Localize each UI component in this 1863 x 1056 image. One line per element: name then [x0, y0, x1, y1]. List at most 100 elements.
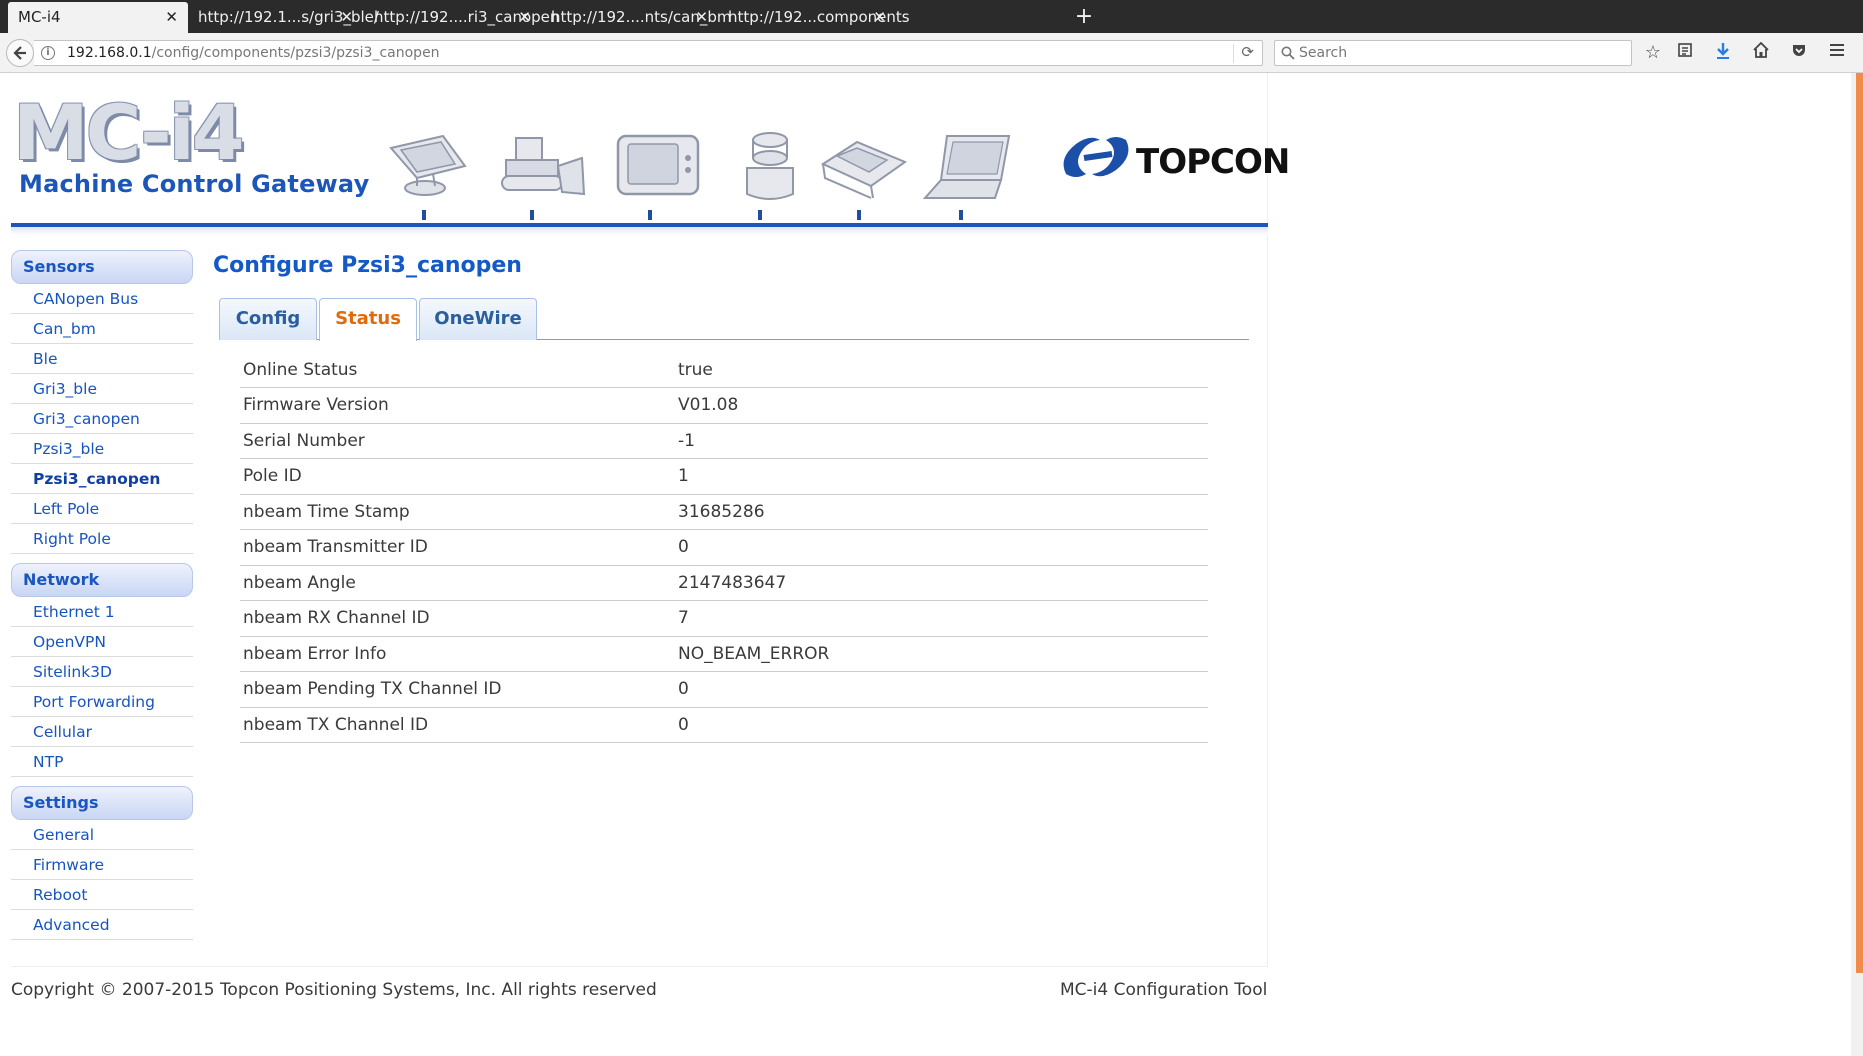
- table-row: Serial Number -1: [240, 423, 1208, 459]
- status-key: nbeam Time Stamp: [240, 494, 675, 530]
- status-value: 0: [675, 707, 1208, 743]
- url-text[interactable]: 192.168.0.1/config/components/pzsi3/pzsi…: [67, 45, 440, 61]
- table-row: nbeam Error Info NO_BEAM_ERROR: [240, 636, 1208, 672]
- header-marker: [857, 210, 861, 220]
- close-icon[interactable]: ✕: [518, 0, 531, 34]
- browser-nav-bar: i 192.168.0.1/config/components/pzsi3/pz…: [0, 33, 1863, 73]
- header-marker: [758, 210, 762, 220]
- sidebar-heading-settings[interactable]: Settings: [11, 786, 193, 820]
- reading-list-icon[interactable]: [1674, 42, 1696, 64]
- header-shadow: [11, 227, 1268, 235]
- reload-icon[interactable]: ⟳: [1241, 43, 1254, 61]
- sidebar-item-general[interactable]: General: [11, 820, 193, 850]
- header-marker: [959, 210, 963, 220]
- search-input[interactable]: Search: [1274, 40, 1632, 66]
- table-row: nbeam Transmitter ID 0: [240, 529, 1208, 566]
- status-value: V01.08: [675, 387, 1208, 424]
- sensor-icon: [746, 132, 794, 200]
- sidebar-item-reboot[interactable]: Reboot: [11, 880, 193, 910]
- status-value: -1: [675, 423, 1208, 459]
- sidebar-item-gri3-canopen[interactable]: Gri3_canopen: [11, 404, 193, 434]
- page-container: MC-i4 Machine Control Gateway TOPCON Sen…: [11, 73, 1290, 967]
- bulldozer-icon: [501, 137, 586, 196]
- table-row: nbeam RX Channel ID 7: [240, 600, 1208, 637]
- sidebar-item-left-pole[interactable]: Left Pole: [11, 494, 193, 524]
- sidebar-group-network: Network Ethernet 1 OpenVPN Sitelink3D Po…: [11, 563, 193, 777]
- browser-tab[interactable]: http://192.1...s/gri3_ble/ ✕: [188, 0, 379, 34]
- url-bar[interactable]: i 192.168.0.1/config/components/pzsi3/pz…: [34, 40, 1263, 66]
- header-marker: [648, 210, 652, 220]
- sidebar-item-pzsi3-canopen[interactable]: Pzsi3_canopen: [11, 464, 193, 494]
- status-key: nbeam Transmitter ID: [240, 529, 675, 566]
- status-key: nbeam Angle: [240, 565, 675, 601]
- sidebar-item-canopen-bus[interactable]: CANopen Bus: [11, 284, 193, 314]
- sidebar-item-sitelink3d[interactable]: Sitelink3D: [11, 657, 193, 687]
- grader-icon: [820, 140, 908, 199]
- close-icon[interactable]: ✕: [695, 0, 708, 34]
- browser-tab[interactable]: http://192...components ✕: [718, 0, 910, 34]
- close-icon[interactable]: ✕: [340, 0, 353, 34]
- info-icon[interactable]: i: [41, 46, 55, 60]
- new-tab-button[interactable]: +: [1072, 0, 1096, 33]
- status-value: 0: [675, 671, 1208, 708]
- status-value: 2147483647: [675, 565, 1208, 601]
- browser-tab[interactable]: MC-i4 ✕: [8, 2, 188, 33]
- sidebar-group-settings: Settings General Firmware Reboot Advance…: [11, 786, 193, 940]
- table-row: Pole ID 1: [240, 458, 1208, 495]
- status-table: Online Status true Firmware Version V01.08…: [240, 352, 1208, 743]
- status-value: true: [675, 352, 1208, 388]
- browser-tab[interactable]: http://192....nts/can_bm ✕: [541, 0, 732, 34]
- site-logo-title: MC-i4: [13, 88, 245, 177]
- tab-config[interactable]: Config: [219, 298, 317, 340]
- status-value: 1: [675, 458, 1208, 495]
- browser-tab[interactable]: http://192....ri3_canopen ✕: [364, 0, 559, 34]
- browser-tab-bar: MC-i4 ✕ http://192.1...s/gri3_ble/ ✕ htt…: [0, 0, 1863, 33]
- sidebar-item-openvpn[interactable]: OpenVPN: [11, 627, 193, 657]
- sidebar-item-gri3-ble[interactable]: Gri3_ble: [11, 374, 193, 404]
- close-icon[interactable]: ✕: [165, 2, 178, 33]
- scrollbar-thumb[interactable]: [1856, 73, 1863, 973]
- status-value: 0: [675, 529, 1208, 566]
- table-row: nbeam Time Stamp 31685286: [240, 494, 1208, 530]
- header-marker: [422, 210, 426, 220]
- menu-icon[interactable]: [1826, 42, 1848, 64]
- sidebar-item-advanced[interactable]: Advanced: [11, 910, 193, 940]
- status-key: nbeam Error Info: [240, 636, 675, 672]
- sidebar-item-right-pole[interactable]: Right Pole: [11, 524, 193, 554]
- sidebar-item-ntp[interactable]: NTP: [11, 747, 193, 777]
- table-row: Firmware Version V01.08: [240, 387, 1208, 424]
- header-marker: [530, 210, 534, 220]
- footer-copyright: Copyright © 2007-2015 Topcon Positioning…: [11, 980, 657, 1000]
- table-row: nbeam Angle 2147483647: [240, 565, 1208, 601]
- star-icon[interactable]: ☆: [1642, 42, 1664, 64]
- download-icon[interactable]: [1712, 42, 1734, 64]
- sidebar-item-cellular[interactable]: Cellular: [11, 717, 193, 747]
- display-icon: [616, 134, 700, 196]
- sidebar-item-port-forwarding[interactable]: Port Forwarding: [11, 687, 193, 717]
- sidebar-item-ethernet-1[interactable]: Ethernet 1: [11, 597, 193, 627]
- search-icon: [1281, 46, 1295, 60]
- laptop-icon: [922, 135, 1011, 199]
- sidebar-heading-network[interactable]: Network: [11, 563, 193, 597]
- brand-name: TOPCON: [1136, 142, 1290, 182]
- paver-icon: [389, 134, 467, 196]
- status-key: Pole ID: [240, 458, 675, 495]
- footer-divider: [11, 966, 1268, 967]
- topcon-mark-icon: [1063, 137, 1129, 177]
- site-logo-subtitle: Machine Control Gateway: [19, 170, 370, 198]
- sidebar-item-ble[interactable]: Ble: [11, 344, 193, 374]
- search-placeholder: Search: [1299, 45, 1348, 61]
- tab-onewire[interactable]: OneWire: [419, 298, 537, 340]
- pocket-icon[interactable]: [1788, 42, 1810, 64]
- close-icon[interactable]: ✕: [873, 0, 886, 34]
- sidebar-item-firmware[interactable]: Firmware: [11, 850, 193, 880]
- home-icon[interactable]: [1750, 41, 1772, 64]
- tab-status[interactable]: Status: [319, 298, 417, 341]
- sidebar-item-can-bm[interactable]: Can_bm: [11, 314, 193, 344]
- sidebar-item-pzsi3-ble[interactable]: Pzsi3_ble: [11, 434, 193, 464]
- status-value: 7: [675, 600, 1208, 637]
- back-button[interactable]: [6, 39, 34, 67]
- brand-logo: TOPCON: [1056, 128, 1290, 188]
- status-key: Serial Number: [240, 423, 675, 459]
- sidebar-heading-sensors[interactable]: Sensors: [11, 250, 193, 284]
